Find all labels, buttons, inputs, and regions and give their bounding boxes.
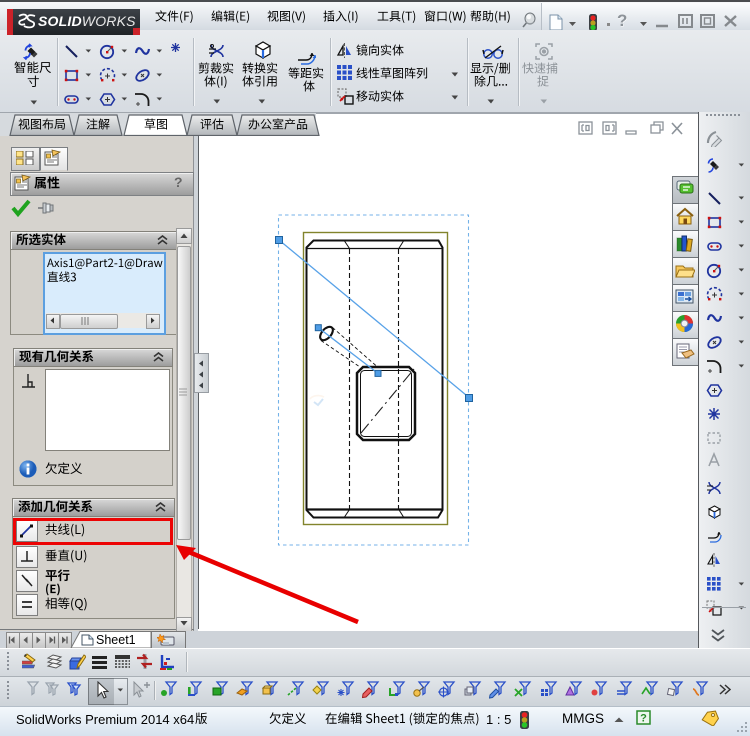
svg-text:?: ? bbox=[640, 713, 647, 725]
